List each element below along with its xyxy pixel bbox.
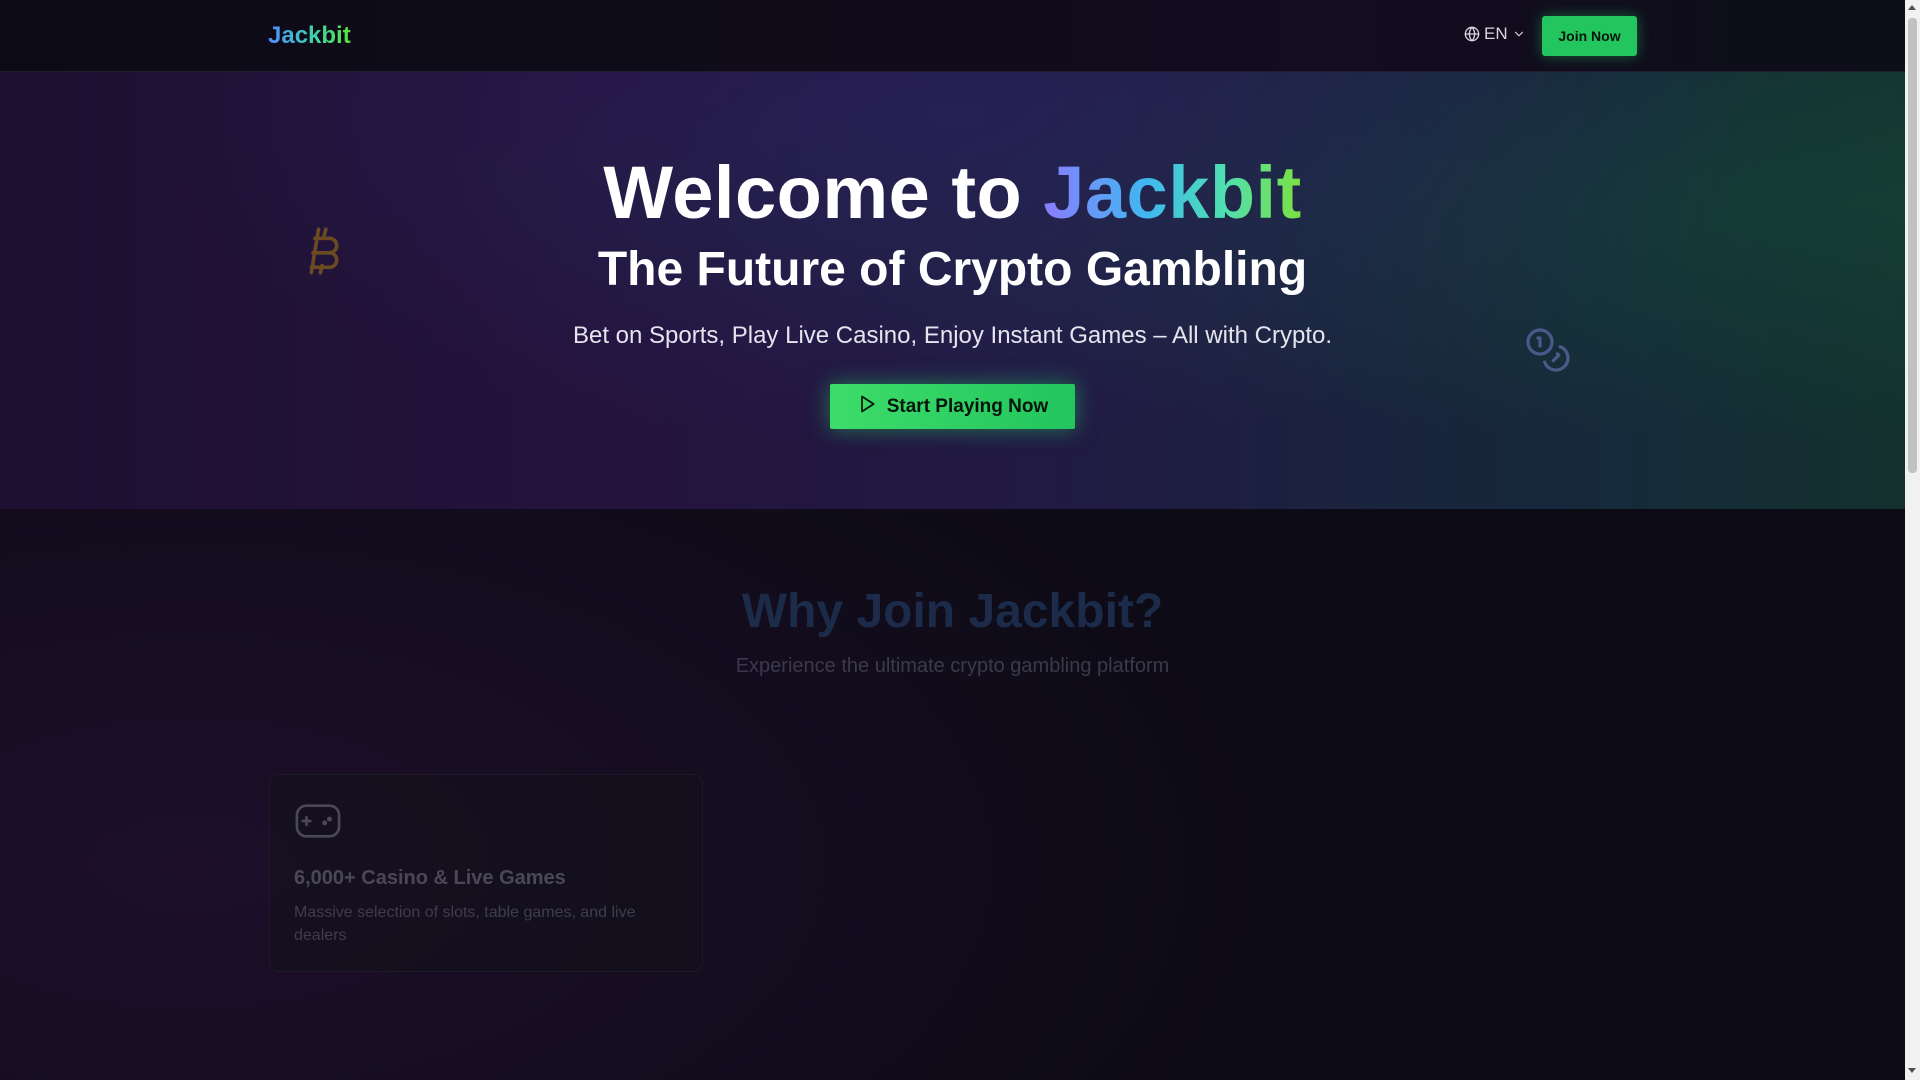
feature-card-description: Massive selection of slots, table games,… xyxy=(294,904,636,944)
join-now-button[interactable]: Join Now xyxy=(1542,16,1637,56)
globe-icon xyxy=(1464,26,1480,42)
hero-title-prefix: Welcome to xyxy=(603,151,1023,234)
scroll-down-arrow-icon[interactable] xyxy=(1908,1068,1916,1073)
feature-card-games: 6,000+ Casino & Live Games Massive selec… xyxy=(269,774,703,972)
page: Jackbit EN Join Now Welcome to Jackbit T… xyxy=(0,0,1905,1080)
language-label: EN xyxy=(1484,24,1508,43)
play-icon xyxy=(857,394,877,420)
site-logo[interactable]: Jackbit xyxy=(268,22,351,50)
why-title: Why Join Jackbit? xyxy=(741,585,1164,638)
scroll-up-arrow-icon[interactable] xyxy=(1908,5,1916,10)
feature-card-title: 6,000+ Casino & Live Games xyxy=(294,867,566,889)
gamepad-icon xyxy=(295,803,341,844)
chevron-down-icon xyxy=(1512,27,1526,41)
site-header: Jackbit EN Join Now xyxy=(0,0,1905,72)
hero-tagline: Bet on Sports, Play Live Casino, Enjoy I… xyxy=(572,322,1333,349)
hero-title-brand: Jackbit xyxy=(1043,151,1302,234)
language-selector[interactable]: EN xyxy=(1464,24,1526,44)
hero-subtitle: The Future of Crypto Gambling xyxy=(597,243,1308,296)
scrollbar-thumb[interactable] xyxy=(1908,18,1917,473)
hero-title: Welcome to Jackbit xyxy=(0,150,1905,235)
page-scrollbar[interactable] xyxy=(1905,0,1920,1080)
hero-section: Welcome to Jackbit The Future of Crypto … xyxy=(0,72,1905,509)
start-playing-button[interactable]: Start Playing Now xyxy=(830,384,1075,429)
why-subtitle: Experience the ultimate crypto gambling … xyxy=(735,655,1170,677)
start-playing-label: Start Playing Now xyxy=(886,395,1049,417)
